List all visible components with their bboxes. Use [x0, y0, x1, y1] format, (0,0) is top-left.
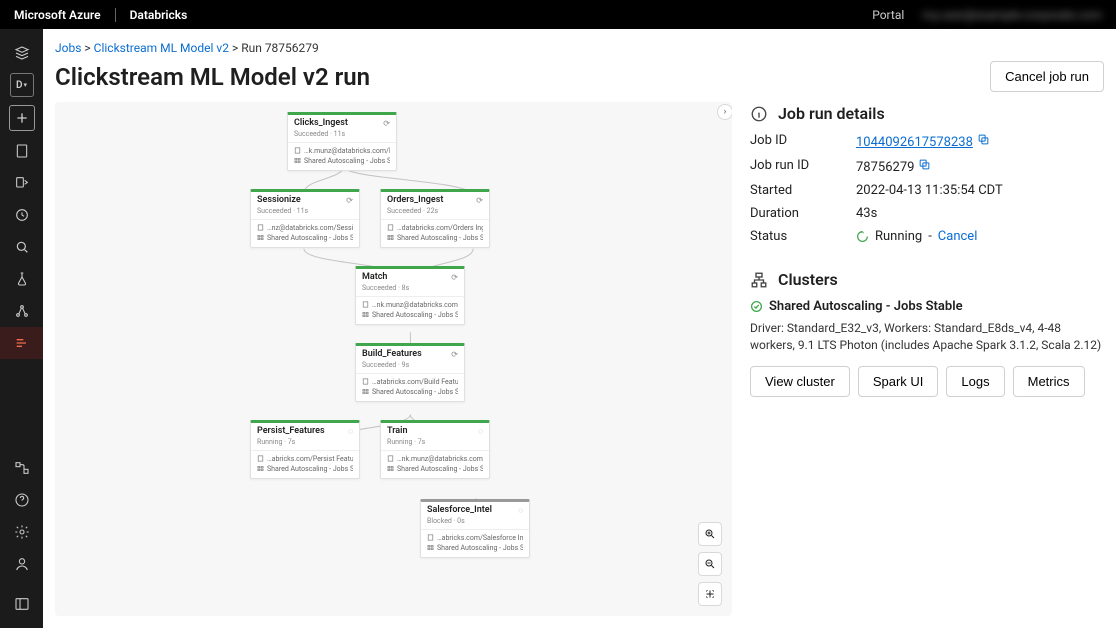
sidebar-new-button[interactable] — [9, 105, 35, 131]
running-spinner-icon — [856, 230, 869, 243]
sidebar-item-repos[interactable] — [0, 135, 43, 167]
page-title: Clickstream ML Model v2 run — [55, 63, 370, 91]
zoom-fit-button[interactable] — [698, 582, 722, 606]
clusters-heading: Clusters — [778, 270, 838, 289]
sidebar-item-help[interactable] — [0, 484, 43, 516]
sidebar-item-d[interactable]: D▾ — [10, 73, 34, 97]
sidebar-logo[interactable] — [0, 37, 43, 69]
info-icon — [750, 105, 768, 123]
task-node-salesforce-intel[interactable]: Salesforce_Intel◌ Blocked · 0s …abricks.… — [420, 499, 530, 558]
status-cancel-link[interactable]: Cancel — [938, 229, 978, 244]
sidebar-item-data[interactable] — [0, 167, 43, 199]
node-status: Running · 7s — [387, 438, 483, 446]
logs-button[interactable]: Logs — [946, 366, 1004, 397]
top-bar-left: Microsoft Azure Databricks — [14, 8, 187, 22]
node-status: Succeeded · 8s — [362, 284, 458, 292]
task-node-build-features[interactable]: Build_Features⟳ Succeeded · 9s …atabrick… — [355, 343, 465, 402]
sidebar-item-partner[interactable] — [0, 452, 43, 484]
sidebar-item-settings[interactable] — [0, 516, 43, 548]
node-title: Orders_Ingest — [387, 196, 443, 206]
node-title: Salesforce_Intel — [427, 506, 492, 516]
view-cluster-button[interactable]: View cluster — [750, 366, 850, 397]
cluster-ok-icon — [750, 300, 763, 313]
node-spinner-icon[interactable]: ◌ — [518, 506, 523, 515]
zoom-out-button[interactable] — [698, 552, 722, 576]
zoom-in-button[interactable] — [698, 522, 722, 546]
top-bar-right: Portal my.user@example-corporate.com — [872, 8, 1102, 22]
copy-job-id-icon[interactable] — [977, 133, 990, 146]
node-refresh-icon[interactable]: ⟳ — [383, 119, 390, 128]
node-notebook: …k.munz@databricks.com/Ingest — [294, 147, 390, 155]
node-refresh-icon[interactable]: ⟳ — [346, 196, 353, 205]
value-started: 2022-04-13 11:35:54 CDT — [856, 183, 1104, 198]
top-bar: Microsoft Azure Databricks Portal my.use… — [0, 0, 1116, 29]
node-title: Persist_Features — [257, 427, 325, 437]
node-status: Succeeded · 22s — [387, 207, 483, 215]
status-running-text: Running — [875, 229, 922, 244]
breadcrumb-sep: > — [84, 41, 90, 55]
task-graph-panel: › Clicks_Ingest⟳ Succeeded — [55, 102, 732, 616]
details-heading: Job run details — [778, 104, 885, 123]
breadcrumb-sep: > — [232, 41, 238, 55]
sidebar-item-models[interactable] — [0, 295, 43, 327]
label-status: Status — [750, 229, 856, 244]
task-node-train[interactable]: Train◌ Running · 7s …nk.munz@databricks.… — [380, 420, 490, 479]
task-node-match[interactable]: Match⟳ Succeeded · 8s …nk.munz@databrick… — [355, 266, 465, 325]
value-run-id: 78756279 — [856, 160, 914, 175]
task-node-persist-features[interactable]: Persist_Features◌ Running · 7s …abricks.… — [250, 420, 360, 479]
breadcrumb-run: Run 78756279 — [241, 41, 319, 55]
sidebar-item-collapse[interactable] — [0, 588, 43, 620]
value-duration: 43s — [856, 206, 1104, 221]
node-refresh-icon[interactable]: ⟳ — [476, 196, 483, 205]
sidebar-item-workflows[interactable] — [0, 327, 43, 359]
sidebar-item-search[interactable] — [0, 231, 43, 263]
cancel-job-run-button[interactable]: Cancel job run — [990, 61, 1104, 92]
node-status: Running · 7s — [257, 438, 353, 446]
metrics-button[interactable]: Metrics — [1013, 366, 1085, 397]
status-sep: - — [928, 229, 932, 244]
node-title: Match — [362, 273, 387, 283]
details-panel: Job run details Job ID1044092617578238 J… — [744, 102, 1104, 616]
brand-azure: Microsoft Azure — [14, 8, 101, 22]
node-spinner-icon[interactable]: ◌ — [348, 427, 353, 436]
value-job-id[interactable]: 1044092617578238 — [856, 135, 973, 150]
sidebar-item-experiments[interactable] — [0, 263, 43, 295]
collapse-graph-button[interactable]: › — [717, 104, 732, 120]
label-job-id: Job ID — [750, 133, 856, 150]
brand-databricks: Databricks — [130, 8, 188, 22]
copy-run-id-icon[interactable] — [918, 158, 931, 171]
node-status: Succeeded · 11s — [257, 207, 353, 215]
portal-link[interactable]: Portal — [872, 8, 904, 22]
breadcrumb: Jobs > Clickstream ML Model v2 > Run 787… — [43, 29, 1116, 57]
node-refresh-icon[interactable]: ⟳ — [451, 350, 458, 359]
node-status: Succeeded · 9s — [362, 361, 458, 369]
task-node-orders-ingest[interactable]: Orders_Ingest⟳ Succeeded · 22s …databric… — [380, 189, 490, 248]
left-sidebar: D▾ — [0, 29, 43, 628]
cluster-name: Shared Autoscaling - Jobs Stable — [769, 299, 963, 314]
node-spinner-icon[interactable]: ◌ — [478, 427, 483, 436]
node-cluster: Shared Autoscaling - Jobs St… — [294, 157, 390, 165]
label-run-id: Job run ID — [750, 158, 856, 175]
user-email[interactable]: my.user@example-corporate.com — [922, 8, 1102, 22]
node-status: Succeeded · 11s — [294, 130, 390, 138]
sidebar-item-recents[interactable] — [0, 199, 43, 231]
spark-ui-button[interactable]: Spark UI — [858, 366, 939, 397]
breadcrumb-jobs[interactable]: Jobs — [55, 41, 81, 55]
label-duration: Duration — [750, 206, 856, 221]
node-title: Sessionize — [257, 196, 301, 206]
task-node-clicks-ingest[interactable]: Clicks_Ingest ⟳ Succeeded · 11s …k.munz@d… — [287, 112, 397, 171]
sidebar-item-user[interactable] — [0, 548, 43, 580]
breadcrumb-job[interactable]: Clickstream ML Model v2 — [94, 41, 229, 55]
brand-separator — [115, 8, 116, 22]
cluster-description: Driver: Standard_E32_v3, Workers: Standa… — [750, 320, 1104, 354]
node-status: Blocked · 0s — [427, 517, 523, 525]
task-node-sessionize[interactable]: Sessionize⟳ Succeeded · 11s …nz@databric… — [250, 189, 360, 248]
node-title: Build_Features — [362, 350, 422, 360]
node-title: Train — [387, 427, 408, 437]
node-title: Clicks_Ingest — [294, 119, 348, 129]
node-refresh-icon[interactable]: ⟳ — [451, 273, 458, 282]
label-started: Started — [750, 183, 856, 198]
clusters-icon — [750, 271, 768, 289]
